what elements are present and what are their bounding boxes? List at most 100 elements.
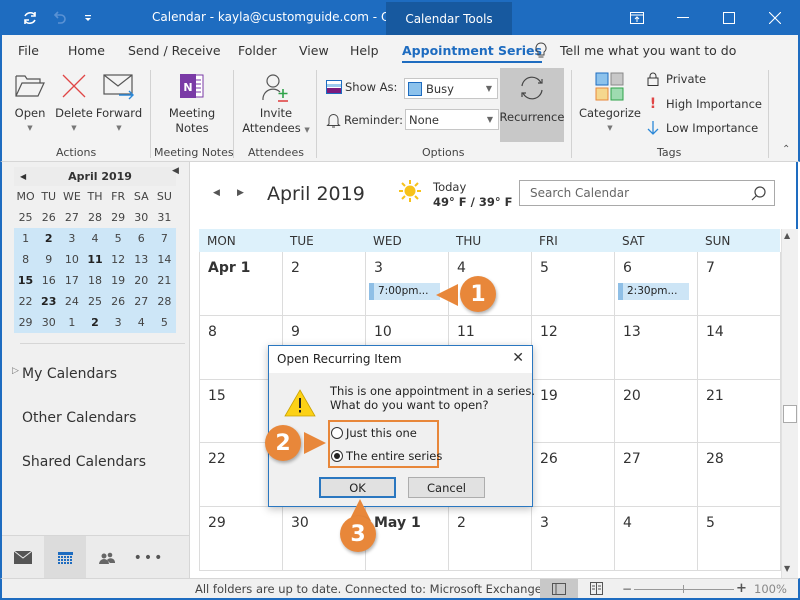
day-cell[interactable]: 12: [532, 315, 615, 380]
forward-button[interactable]: Forward ▼: [96, 72, 142, 136]
vertical-scrollbar[interactable]: ▲ ▼: [781, 229, 798, 578]
mini-calendar-day[interactable]: 24: [60, 291, 84, 312]
collapse-pane-icon[interactable]: ◀: [172, 166, 179, 176]
day-cell[interactable]: 2: [449, 507, 532, 571]
mini-calendar-day[interactable]: 26: [37, 207, 60, 228]
next-month-button[interactable]: ▶: [237, 188, 244, 198]
calendar-icon[interactable]: [44, 536, 86, 579]
more-options-icon[interactable]: •••: [128, 536, 170, 579]
day-cell[interactable]: 28: [698, 443, 781, 508]
day-cell[interactable]: 21: [698, 379, 781, 444]
mini-calendar-day[interactable]: 5: [152, 312, 176, 333]
mini-calendar-day[interactable]: 29: [14, 312, 38, 333]
tab-send-receive[interactable]: Send / Receive: [128, 43, 221, 58]
zoom-slider[interactable]: [634, 589, 734, 590]
mini-calendar-day[interactable]: 18: [83, 270, 107, 291]
mini-calendar-day[interactable]: 29: [107, 207, 130, 228]
search-calendar-input[interactable]: Search Calendar: [519, 180, 775, 206]
day-cell[interactable]: 14: [698, 315, 781, 380]
mini-calendar-day[interactable]: 16: [37, 270, 61, 291]
tell-me-search[interactable]: Tell me what you want to do: [560, 43, 736, 58]
high-importance-button[interactable]: ! High Importance: [646, 96, 762, 112]
mini-calendar-day[interactable]: 20: [129, 270, 153, 291]
day-cell[interactable]: 5: [698, 507, 781, 571]
mini-calendar-day[interactable]: 4: [129, 312, 153, 333]
mini-calendar-day[interactable]: 17: [60, 270, 84, 291]
day-cell[interactable]: 2: [283, 252, 366, 316]
mini-calendar-day[interactable]: 7: [152, 228, 176, 249]
zoom-slider-thumb[interactable]: [683, 585, 684, 593]
categorize-button[interactable]: Categorize ▼: [578, 72, 642, 136]
zoom-out-icon[interactable]: −: [622, 582, 632, 596]
day-cell[interactable]: May 1: [366, 507, 449, 571]
invite-attendees-button[interactable]: Invite Attendees ▼: [240, 72, 312, 138]
mini-calendar-day[interactable]: 23: [37, 291, 61, 312]
sync-icon[interactable]: [20, 8, 40, 28]
calendar-event[interactable]: 7:00pm...: [369, 283, 440, 300]
collapse-ribbon-icon[interactable]: ⌃: [782, 144, 790, 155]
mini-calendar-day[interactable]: 14: [152, 249, 176, 270]
mini-calendar-day[interactable]: 2: [37, 228, 61, 249]
previous-month-button[interactable]: ◀: [213, 188, 220, 198]
mini-calendar-day[interactable]: 11: [83, 249, 107, 270]
day-cell[interactable]: 5: [532, 252, 615, 316]
mini-calendar-day[interactable]: 28: [83, 207, 106, 228]
day-cell[interactable]: 6 2:30pm...: [615, 252, 698, 316]
radio-entire-series[interactable]: The entire series: [331, 449, 442, 463]
mini-calendar-day[interactable]: 6: [129, 228, 153, 249]
low-importance-button[interactable]: Low Importance: [646, 120, 758, 136]
people-icon[interactable]: [86, 536, 128, 579]
dialog-close-icon[interactable]: ✕: [512, 350, 524, 366]
day-cell[interactable]: 27: [615, 443, 698, 508]
radio-just-this-one[interactable]: Just this one: [331, 426, 417, 440]
mini-calendar-day[interactable]: 2: [83, 312, 107, 333]
mini-calendar-day[interactable]: 1: [14, 228, 38, 249]
nav-shared-calendars[interactable]: Shared Calendars: [22, 454, 146, 470]
scroll-up-icon[interactable]: ▲: [784, 231, 790, 240]
mini-calendar-day[interactable]: 15: [14, 270, 38, 291]
mini-calendar-day[interactable]: 4: [83, 228, 107, 249]
day-cell[interactable]: 4: [615, 507, 698, 571]
day-cell[interactable]: Apr 1: [200, 252, 283, 316]
mini-calendar-day[interactable]: 3: [106, 312, 130, 333]
search-icon[interactable]: [751, 186, 766, 201]
scroll-thumb[interactable]: [783, 405, 797, 423]
mini-calendar-day[interactable]: 27: [129, 291, 153, 312]
mini-calendar-day[interactable]: 28: [152, 291, 176, 312]
mini-calendar-day[interactable]: 25: [83, 291, 107, 312]
minimize-icon[interactable]: [660, 0, 706, 35]
mini-calendar-day[interactable]: 3: [60, 228, 84, 249]
mini-calendar-day[interactable]: 12: [106, 249, 130, 270]
radio-button-selected[interactable]: [331, 450, 343, 462]
mail-icon[interactable]: [2, 536, 44, 579]
normal-view-button[interactable]: [540, 579, 578, 598]
mini-calendar-day[interactable]: 19: [106, 270, 130, 291]
mini-calendar-day[interactable]: 1: [60, 312, 84, 333]
show-as-dropdown[interactable]: Busy ▼: [404, 78, 498, 99]
meeting-notes-button[interactable]: N Meeting Notes: [162, 72, 222, 136]
mini-calendar-day[interactable]: 10: [60, 249, 84, 270]
day-cell[interactable]: 13: [615, 315, 698, 380]
recurrence-button[interactable]: Recurrence: [500, 68, 564, 142]
day-cell[interactable]: 29: [200, 507, 283, 571]
mini-calendar-day[interactable]: 25: [14, 207, 37, 228]
tab-folder[interactable]: Folder: [238, 43, 277, 58]
mini-calendar-day[interactable]: 21: [152, 270, 176, 291]
mini-calendar-day[interactable]: 9: [37, 249, 61, 270]
private-button[interactable]: Private: [646, 72, 706, 86]
mini-calendar-day[interactable]: 8: [14, 249, 38, 270]
calendar-event[interactable]: 2:30pm...: [618, 283, 689, 300]
mini-calendar-day[interactable]: 26: [106, 291, 130, 312]
delete-button[interactable]: Delete ▼: [54, 72, 94, 136]
day-cell[interactable]: 19: [532, 379, 615, 444]
mini-calendar-day[interactable]: 27: [60, 207, 83, 228]
open-button[interactable]: Open ▼: [10, 72, 50, 136]
undo-icon[interactable]: [50, 8, 70, 28]
nav-other-calendars[interactable]: Other Calendars: [22, 410, 136, 426]
close-icon[interactable]: [752, 0, 798, 35]
customize-icon[interactable]: [78, 8, 98, 28]
mini-calendar-day[interactable]: 31: [153, 207, 176, 228]
day-cell[interactable]: 20: [615, 379, 698, 444]
maximize-icon[interactable]: [706, 0, 752, 35]
mini-calendar-day[interactable]: 22: [14, 291, 38, 312]
